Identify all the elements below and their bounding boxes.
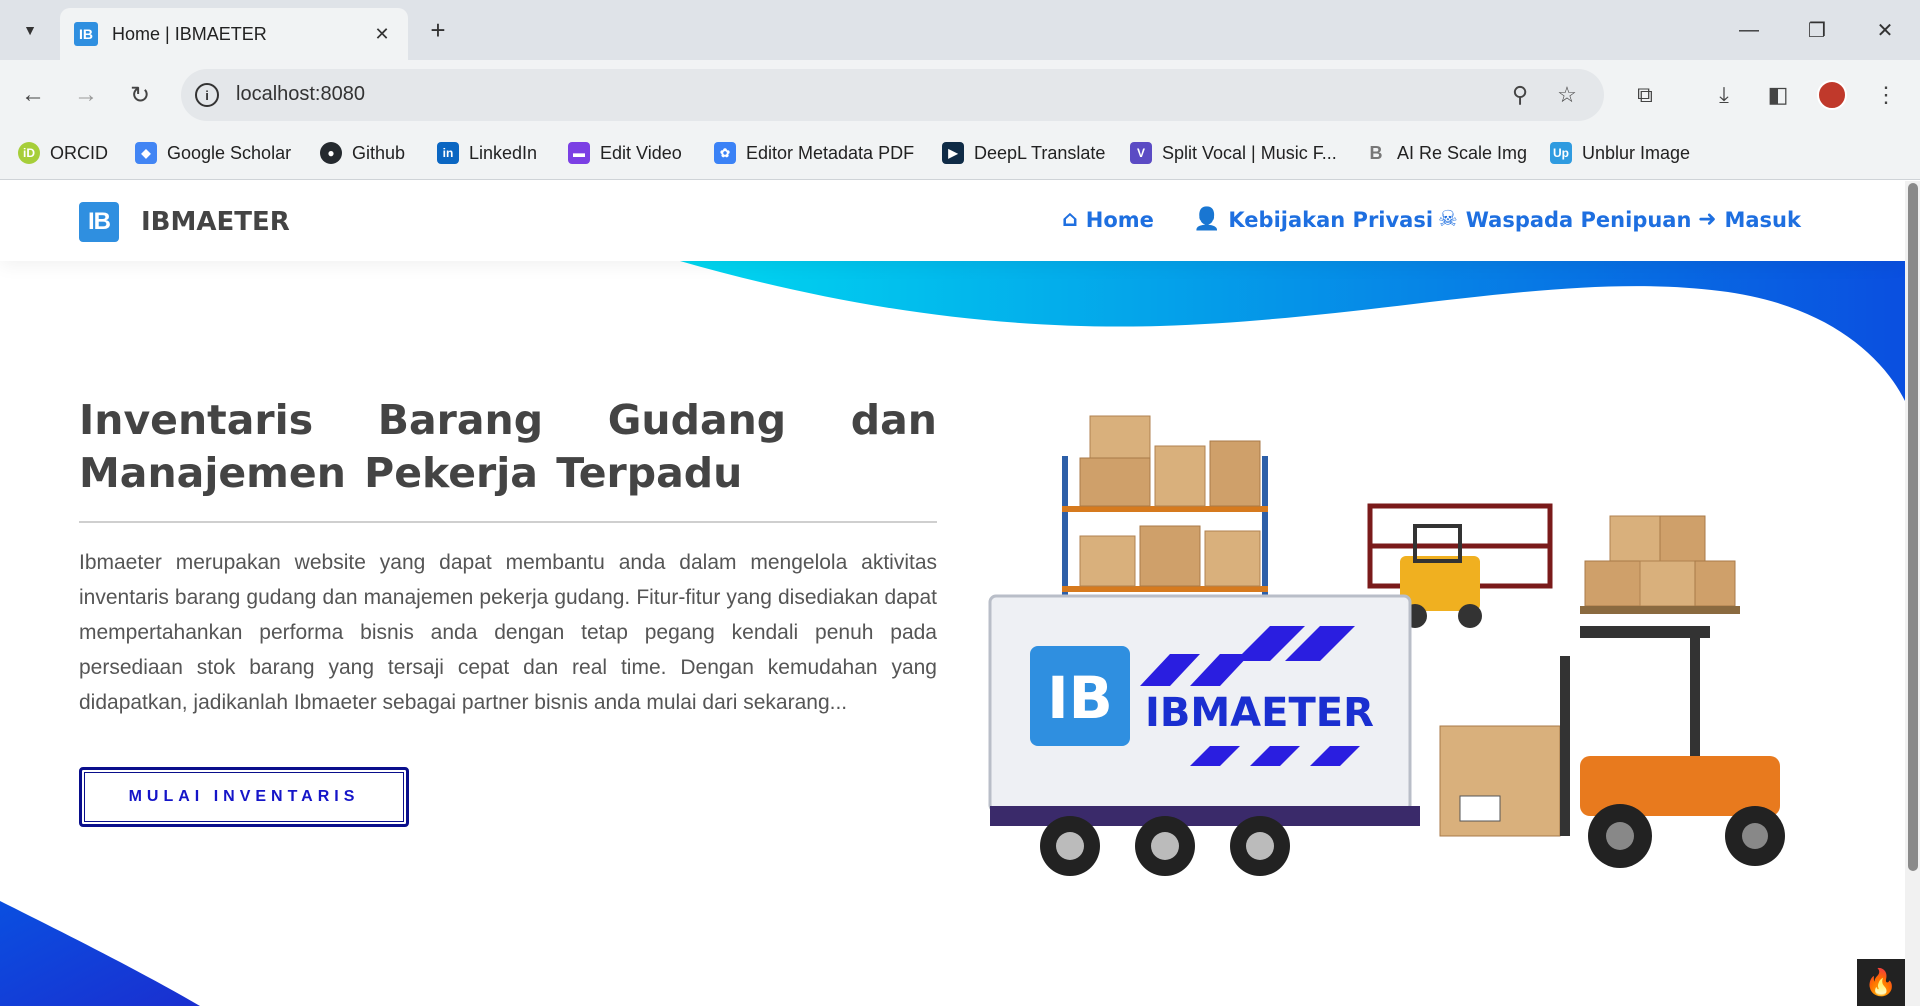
browser-toolbar: ← → ↻ i localhost:8080 ⚲ ☆ ⧉ ⤓ ◧ ⋮ <box>0 60 1920 130</box>
bookmark-label: Google Scholar <box>167 142 292 163</box>
brand-name[interactable]: IBMAETER <box>141 207 290 237</box>
unblur-image-icon: Up <box>1550 142 1572 164</box>
bookmark-unblur-image[interactable]: Up Unblur Image <box>1550 142 1690 164</box>
bookmark-ai-rescale[interactable]: B AI Re Scale Img <box>1365 142 1527 164</box>
truck-logo-text: IB <box>1047 664 1113 732</box>
zoom-icon[interactable]: ⚲ <box>1506 81 1534 109</box>
scrollbar-thumb[interactable] <box>1908 183 1918 871</box>
bookmark-label: LinkedIn <box>469 142 538 163</box>
close-window-icon[interactable]: ✕ <box>1861 12 1909 48</box>
skull-icon: ☠ <box>1438 207 1458 232</box>
truck-brand-text: IBMAETER <box>1145 690 1374 736</box>
linkedin-icon: in <box>437 142 459 164</box>
hero-title: Inventaris Barang Gudang dan Manajemen P… <box>79 396 937 497</box>
edit-video-icon: ▬ <box>568 142 590 164</box>
close-tab-icon[interactable]: ✕ <box>370 24 394 45</box>
box-pile-image <box>1580 515 1740 614</box>
bookmarks-bar: iD ORCID ◆ Google Scholar ● Github in Li… <box>0 130 1920 180</box>
bookmark-split-vocal[interactable]: V Split Vocal | Music F... <box>1130 142 1337 164</box>
browser-tab[interactable]: IB Home | IBMAETER ✕ <box>60 8 408 60</box>
bookmark-star-icon[interactable]: ☆ <box>1553 81 1581 109</box>
minimize-icon[interactable]: — <box>1725 12 1773 48</box>
truck-image: IB IBMAETER <box>988 594 1420 876</box>
ai-rescale-icon: B <box>1365 142 1387 164</box>
user-shield-icon: 👤 <box>1193 207 1221 232</box>
editor-metadata-pdf-icon: ✿ <box>714 142 736 164</box>
bookmark-label: Editor Metadata PDF <box>746 142 915 163</box>
bookmark-label: AI Re Scale Img <box>1397 142 1528 163</box>
nav-masuk[interactable]: ➜ Masuk <box>1698 207 1801 232</box>
menu-icon[interactable]: ⋮ <box>1868 77 1904 113</box>
hero-description: Ibmaeter merupakan website yang dapat me… <box>79 551 937 714</box>
nav-waspada-penipuan-label: Waspada Penipuan <box>1465 207 1692 232</box>
deepl-icon: ▶ <box>942 142 964 164</box>
sign-in-icon: ➜ <box>1698 207 1717 232</box>
warehouse-illustration: IB IBMAETER <box>988 415 1785 876</box>
back-icon[interactable]: ← <box>15 77 51 113</box>
nav-home[interactable]: ⌂ Home <box>1062 207 1154 232</box>
home-icon: ⌂ <box>1062 207 1078 232</box>
new-tab-button[interactable]: + <box>422 14 454 46</box>
small-forklift-image <box>1400 524 1482 628</box>
reload-icon[interactable]: ↻ <box>122 77 158 113</box>
bookmark-label: ORCID <box>50 142 108 163</box>
bookmark-linkedin[interactable]: in LinkedIn <box>437 142 537 164</box>
bookmark-orcid[interactable]: iD ORCID <box>18 142 108 164</box>
restore-icon[interactable]: ❐ <box>1793 12 1841 48</box>
bookmark-label: Split Vocal | Music F... <box>1162 142 1337 163</box>
site-info-icon[interactable]: i <box>195 83 219 107</box>
address-bar[interactable]: i localhost:8080 ⚲ ☆ <box>181 69 1604 121</box>
bookmark-label: Edit Video <box>600 142 682 163</box>
brand-logo[interactable]: IB <box>79 202 119 242</box>
site-navbar: IB IBMAETER ⌂ Home 👤 Kebijakan Privasi ☠… <box>0 181 1905 261</box>
page-scrollbar[interactable] <box>1905 181 1920 1006</box>
tab-title: Home | IBMAETER <box>112 23 267 44</box>
mulai-inventaris-button[interactable]: MULAI INVENTARIS <box>79 767 409 827</box>
url-text[interactable]: localhost:8080 <box>236 83 365 106</box>
bookmark-label: DeepL Translate <box>974 142 1106 163</box>
side-panel-icon[interactable]: ◧ <box>1760 77 1796 113</box>
orcid-icon: iD <box>18 142 40 164</box>
bookmark-label: Unblur Image <box>1582 142 1691 163</box>
download-icon[interactable]: ⤓ <box>1706 77 1742 113</box>
chevron-down-icon: ▼ <box>23 22 37 38</box>
tab-favicon-icon: IB <box>74 22 98 46</box>
nav-kebijakan-privasi-label: Kebijakan Privasi <box>1228 207 1434 232</box>
google-scholar-icon: ◆ <box>135 142 157 164</box>
bookmark-github[interactable]: ● Github <box>320 142 405 164</box>
profile-avatar[interactable] <box>1817 80 1847 110</box>
nav-waspada-penipuan[interactable]: ☠ Waspada Penipuan <box>1438 207 1691 232</box>
bookmark-editor-metadata-pdf[interactable]: ✿ Editor Metadata PDF <box>714 142 914 164</box>
nav-kebijakan-privasi[interactable]: 👤 Kebijakan Privasi <box>1193 207 1433 232</box>
github-icon: ● <box>320 142 342 164</box>
extensions-icon[interactable]: ⧉ <box>1627 77 1663 113</box>
tab-search-button[interactable]: ▼ <box>14 14 46 46</box>
bookmark-label: Github <box>352 142 406 163</box>
bookmark-google-scholar[interactable]: ◆ Google Scholar <box>135 142 291 164</box>
page-viewport: IB IBMAETER ⌂ Home 👤 Kebijakan Privasi ☠… <box>0 181 1920 1006</box>
nav-masuk-label: Masuk <box>1724 207 1801 232</box>
tab-strip: ▼ IB Home | IBMAETER ✕ + — ❐ ✕ <box>0 0 1920 60</box>
hero-divider <box>79 521 937 523</box>
forklift-image <box>1439 626 1785 868</box>
nav-home-label: Home <box>1085 207 1154 232</box>
bookmark-edit-video[interactable]: ▬ Edit Video <box>568 142 682 164</box>
forward-icon[interactable]: → <box>68 77 104 113</box>
split-vocal-icon: V <box>1130 142 1152 164</box>
codeigniter-debug-icon[interactable]: 🔥 <box>1857 959 1905 1006</box>
bookmark-deepl-translate[interactable]: ▶ DeepL Translate <box>942 142 1105 164</box>
